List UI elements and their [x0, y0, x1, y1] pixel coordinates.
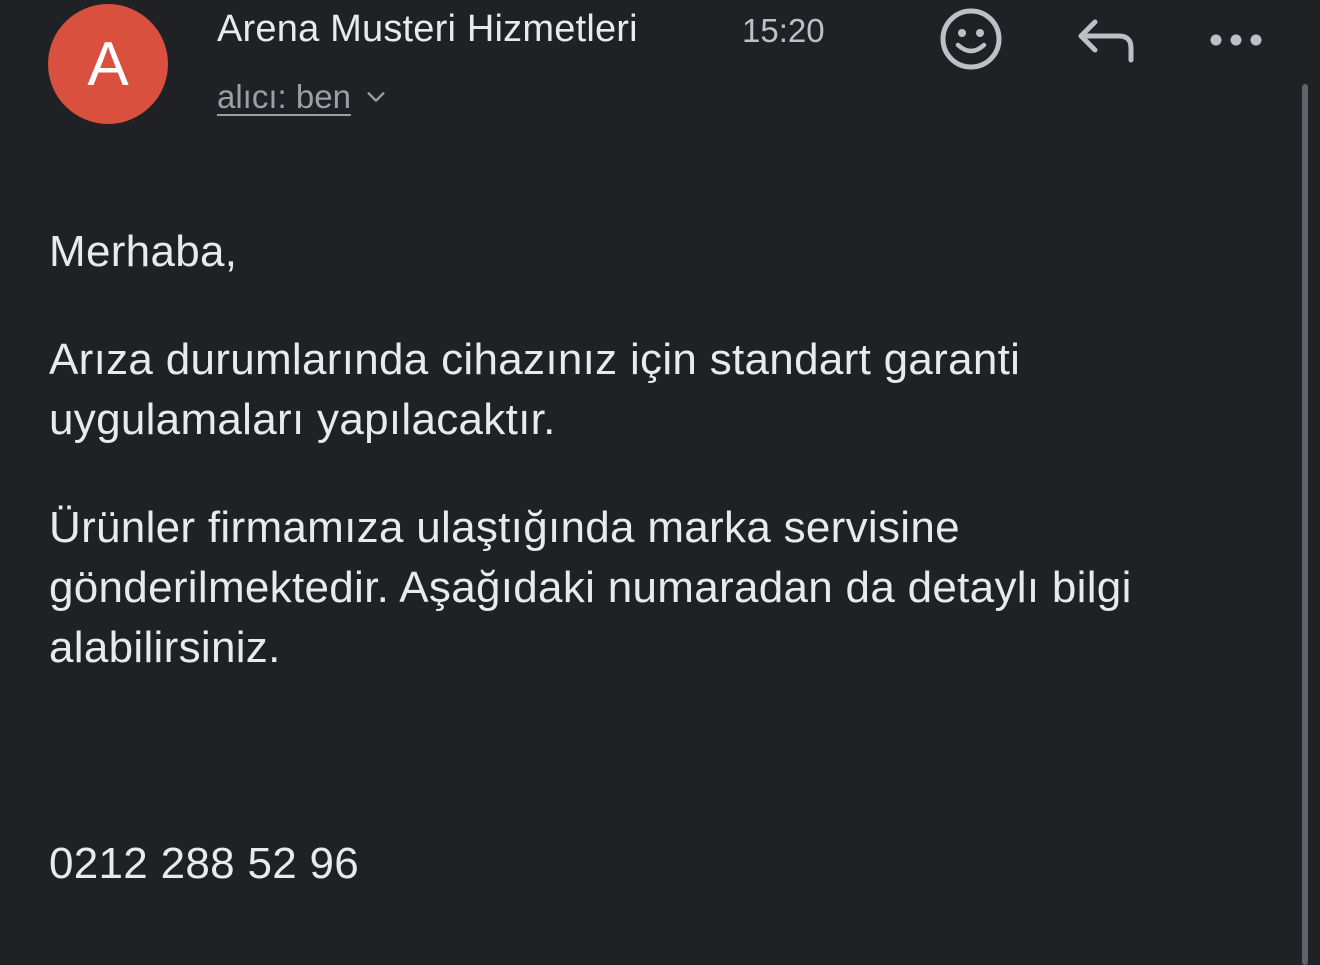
message-time: 15:20: [742, 12, 825, 49]
smiley-face-icon: [940, 8, 1002, 70]
reply-button[interactable]: [1070, 10, 1140, 70]
sender-avatar[interactable]: A: [48, 4, 168, 124]
more-options-button[interactable]: [1200, 20, 1272, 60]
message-paragraph-1: Arıza durumlarında cihazınız için standa…: [49, 335, 1021, 444]
message-paragraph-2: Ürünler firmamıza ulaştığında marka serv…: [49, 503, 1132, 672]
scrollbar[interactable]: [1302, 84, 1308, 965]
recipient-toggle[interactable]: alıcı: ben: [217, 78, 387, 116]
sender-name[interactable]: Arena Musteri Hizmetleri: [217, 8, 638, 51]
emoji-reaction-button[interactable]: [938, 6, 1004, 72]
phone-number-link[interactable]: 0212 288 52 96: [49, 834, 1249, 894]
message-greeting: Merhaba,: [49, 227, 238, 276]
reply-arrow-icon: [1078, 19, 1134, 63]
chevron-down-icon: [367, 92, 385, 102]
avatar-letter: A: [87, 29, 129, 99]
more-horizontal-icon: [1210, 34, 1262, 46]
recipient-label: alıcı: ben: [217, 78, 351, 115]
